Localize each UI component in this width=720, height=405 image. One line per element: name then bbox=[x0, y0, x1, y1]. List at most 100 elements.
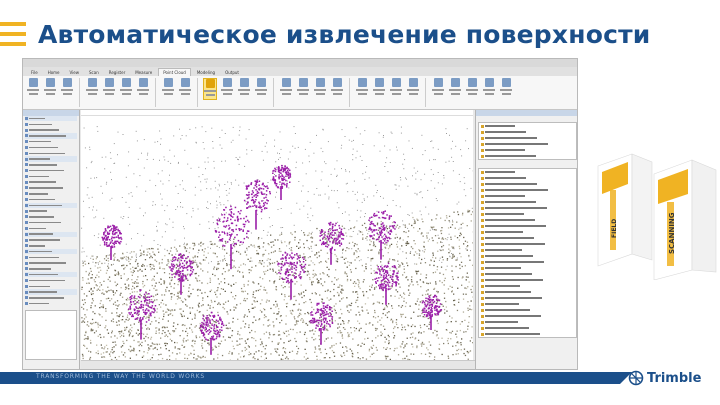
tree-row[interactable] bbox=[25, 278, 77, 283]
tool-icon[interactable] bbox=[43, 78, 57, 100]
tool-icon[interactable] bbox=[313, 78, 327, 100]
ground-point bbox=[246, 298, 248, 300]
ground-point bbox=[231, 330, 234, 332]
list-item[interactable] bbox=[479, 331, 576, 337]
tree-row[interactable] bbox=[25, 248, 77, 255]
ground-point bbox=[194, 326, 196, 328]
tool-icon[interactable] bbox=[482, 78, 496, 100]
tool-icon[interactable] bbox=[448, 78, 462, 100]
vegetation-point bbox=[136, 312, 139, 314]
tool-icon[interactable] bbox=[26, 78, 40, 100]
tree-row[interactable] bbox=[25, 266, 77, 271]
tree-row[interactable] bbox=[25, 231, 77, 237]
ribbon-tab[interactable]: Point Cloud bbox=[158, 68, 191, 76]
ribbon-tab[interactable]: View bbox=[65, 69, 84, 76]
tree-row[interactable] bbox=[25, 128, 77, 133]
ribbon-tab[interactable]: Output bbox=[221, 69, 243, 76]
scan-point bbox=[229, 231, 231, 233]
tool-icon[interactable] bbox=[372, 78, 386, 100]
tool-icon[interactable] bbox=[296, 78, 310, 100]
tree-row[interactable] bbox=[25, 180, 77, 185]
tool-icon[interactable] bbox=[136, 78, 150, 100]
tree-row[interactable] bbox=[25, 295, 77, 300]
options-box[interactable] bbox=[25, 310, 77, 361]
project-tree-panel[interactable] bbox=[23, 110, 80, 369]
tree-row[interactable] bbox=[25, 255, 77, 260]
tree-row[interactable] bbox=[25, 139, 77, 144]
tool-icon[interactable] bbox=[220, 78, 234, 100]
tree-row[interactable] bbox=[25, 145, 77, 150]
tree-row[interactable] bbox=[25, 243, 77, 248]
tool-icon[interactable] bbox=[279, 78, 293, 100]
tool-icon[interactable] bbox=[161, 78, 175, 100]
vegetation-point bbox=[320, 321, 323, 323]
tool-icon[interactable] bbox=[178, 78, 192, 100]
tree-row[interactable] bbox=[25, 133, 77, 139]
tree-row[interactable] bbox=[25, 162, 77, 167]
tool-icon[interactable] bbox=[237, 78, 251, 100]
tree-row[interactable] bbox=[25, 261, 77, 266]
tool-icon[interactable] bbox=[102, 78, 116, 100]
ground-point bbox=[194, 342, 196, 345]
vegetation-point bbox=[288, 281, 290, 284]
scan-point bbox=[312, 215, 314, 217]
ground-point bbox=[148, 328, 150, 330]
ground-point bbox=[92, 311, 94, 313]
properties-list[interactable] bbox=[478, 168, 577, 338]
tree-row[interactable] bbox=[25, 122, 77, 127]
ground-point bbox=[294, 231, 296, 233]
ground-point bbox=[250, 269, 252, 271]
ribbon-tab[interactable]: Home bbox=[43, 69, 64, 76]
vegetation-point bbox=[255, 182, 257, 184]
tool-icon[interactable] bbox=[406, 78, 420, 100]
vegetation-point bbox=[184, 275, 186, 277]
tree-row[interactable] bbox=[25, 214, 77, 219]
ground-point bbox=[147, 349, 150, 351]
tree-row[interactable] bbox=[25, 237, 77, 242]
tool-icon[interactable] bbox=[355, 78, 369, 100]
extract-surface-icon[interactable] bbox=[203, 78, 217, 100]
ribbon-tab[interactable]: Modeling bbox=[192, 69, 220, 76]
ground-point bbox=[238, 266, 240, 268]
ribbon-tab[interactable]: File bbox=[27, 69, 42, 76]
ground-point bbox=[281, 293, 283, 295]
ribbon-tab[interactable]: Register bbox=[104, 69, 130, 76]
tree-row[interactable] bbox=[25, 272, 77, 278]
properties-list[interactable] bbox=[478, 122, 577, 160]
ground-point bbox=[276, 303, 278, 305]
ground-point bbox=[127, 278, 129, 280]
tree-row[interactable] bbox=[25, 191, 77, 196]
vegetation-point bbox=[243, 199, 246, 202]
tree-row[interactable] bbox=[25, 185, 77, 190]
tool-icon[interactable] bbox=[389, 78, 403, 100]
tool-icon[interactable] bbox=[431, 78, 445, 100]
tree-row[interactable] bbox=[25, 116, 77, 122]
tool-icon[interactable] bbox=[60, 78, 74, 100]
tool-icon[interactable] bbox=[465, 78, 479, 100]
ground-point bbox=[318, 262, 320, 264]
vegetation-point bbox=[219, 329, 221, 331]
tool-icon[interactable] bbox=[330, 78, 344, 100]
list-item[interactable] bbox=[479, 153, 576, 159]
point-cloud-viewport[interactable] bbox=[81, 110, 473, 360]
tool-icon[interactable] bbox=[499, 78, 513, 100]
tree-row[interactable] bbox=[25, 301, 77, 306]
properties-panel[interactable] bbox=[475, 110, 577, 369]
tree-row[interactable] bbox=[25, 174, 77, 179]
ground-point bbox=[100, 344, 102, 346]
tree-row[interactable] bbox=[25, 209, 77, 214]
tree-row[interactable] bbox=[25, 289, 77, 295]
ribbon-tab[interactable]: Measure bbox=[131, 69, 157, 76]
tree-row[interactable] bbox=[25, 226, 77, 231]
tool-icon[interactable] bbox=[119, 78, 133, 100]
ribbon-tab[interactable]: Scan bbox=[85, 69, 103, 76]
tree-row[interactable] bbox=[25, 151, 77, 156]
tool-icon[interactable] bbox=[85, 78, 99, 100]
tree-row[interactable] bbox=[25, 284, 77, 289]
tree-row[interactable] bbox=[25, 220, 77, 225]
tree-row[interactable] bbox=[25, 168, 77, 173]
tree-row[interactable] bbox=[25, 197, 77, 202]
tool-icon[interactable] bbox=[254, 78, 268, 100]
tree-row[interactable] bbox=[25, 156, 77, 162]
tree-row[interactable] bbox=[25, 202, 77, 208]
